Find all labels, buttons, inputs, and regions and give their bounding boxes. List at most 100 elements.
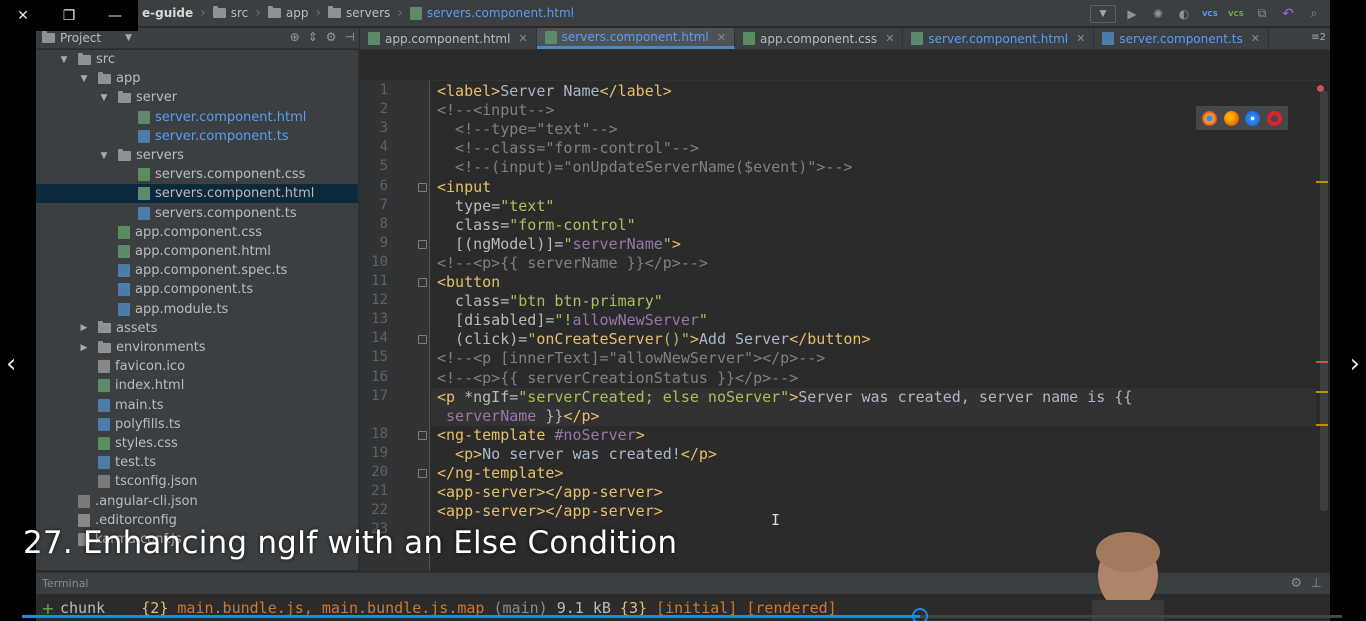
tree-item[interactable]: ▼ server: [36, 88, 358, 107]
code-line[interactable]: class="btn btn-primary": [431, 292, 663, 311]
run-icon[interactable]: ▶: [1122, 5, 1142, 23]
code-line[interactable]: <app-server></app-server>: [431, 483, 663, 502]
breadcrumb-item[interactable]: e-guide: [138, 6, 197, 20]
terminal-title[interactable]: Terminal: [42, 577, 89, 590]
revert-icon[interactable]: ↶: [1278, 5, 1298, 23]
close-icon[interactable]: ✕: [717, 31, 726, 44]
code-line[interactable]: <!--(input)="onUpdateServerName($event)"…: [431, 158, 852, 177]
code-line[interactable]: [(ngModel)]="serverName">: [431, 235, 681, 254]
opera-icon[interactable]: [1266, 110, 1282, 126]
code-line[interactable]: <!--<p>{{ serverCreationStatus }}</p>-->: [431, 369, 798, 388]
vcs-commit-icon[interactable]: VCS: [1226, 5, 1246, 23]
tree-item[interactable]: servers.component.html: [36, 184, 358, 204]
fold-marker-icon[interactable]: [418, 430, 427, 440]
code-line[interactable]: [disabled]="!allowNewServer": [431, 311, 708, 330]
code-line[interactable]: <ng-template #noServer>: [431, 426, 645, 445]
locate-icon[interactable]: ⊕: [290, 30, 300, 44]
code-line[interactable]: <p>No server was created!</p>: [431, 445, 717, 464]
code-line[interactable]: <button: [431, 273, 500, 292]
minimize-panel-icon[interactable]: ⊥: [1311, 576, 1322, 591]
tab-app-component-html[interactable]: app.component.html ✕: [360, 28, 537, 49]
tree-item[interactable]: styles.css: [36, 434, 358, 453]
code-line[interactable]: <!--class="form-control"-->: [431, 139, 699, 158]
debug-icon[interactable]: ✺: [1148, 5, 1168, 23]
search-icon[interactable]: ⌕: [1304, 5, 1324, 23]
tree-item[interactable]: tsconfig.json: [36, 472, 358, 491]
tree-item[interactable]: ▶ assets: [36, 319, 358, 338]
hide-panel-icon[interactable]: ⊣: [345, 30, 355, 44]
chevron-right-icon[interactable]: ▶: [78, 323, 90, 333]
tab-server-component-html[interactable]: server.component.html ✕: [903, 28, 1095, 49]
safari-icon[interactable]: [1245, 110, 1261, 126]
chevron-right-icon[interactable]: ▶: [78, 343, 90, 353]
code-line[interactable]: class="form-control": [431, 216, 636, 235]
close-icon[interactable]: ✕: [0, 0, 46, 31]
chevron-down-icon[interactable]: ▼: [78, 74, 90, 84]
code-line[interactable]: <!--<p [innerText]="allowNewServer"></p>…: [431, 349, 825, 368]
close-icon[interactable]: ✕: [1076, 32, 1085, 45]
tree-item[interactable]: servers.component.css: [36, 165, 358, 184]
run-config-dropdown[interactable]: ▼: [1090, 4, 1116, 23]
chevron-down-icon[interactable]: ▼: [125, 33, 132, 43]
tree-item[interactable]: .angular-cli.json: [36, 492, 358, 511]
tab-app-component-css[interactable]: app.component.css ✕: [735, 28, 904, 49]
tree-item[interactable]: main.ts: [36, 396, 358, 415]
code-line[interactable]: <!--<p>{{ serverName }}</p>-->: [431, 254, 708, 273]
vcs-update-icon[interactable]: VCS: [1200, 5, 1220, 23]
code-line[interactable]: (click)="onCreateServer()">Add Server</b…: [431, 330, 870, 349]
tree-item[interactable]: ▼ app: [36, 69, 358, 88]
code-line[interactable]: <!--type="text"-->: [431, 120, 618, 139]
tree-item[interactable]: polyfills.ts: [36, 415, 358, 434]
tree-item[interactable]: app.component.html: [36, 242, 358, 261]
fold-marker-icon[interactable]: [418, 335, 427, 345]
stop-icon[interactable]: ◐: [1174, 5, 1194, 23]
code-area[interactable]: <label>Server Name</label> <!--<input--> …: [431, 81, 1316, 571]
video-progress-knob[interactable]: [912, 608, 928, 621]
gear-icon[interactable]: ⚙: [1290, 576, 1302, 591]
code-editor[interactable]: 1 2 3 4 5 6 7 8 9 10 11 12 13 14 15 16 17 18 19 20 21 22 23 <l…: [360, 51, 1330, 571]
tab-split-indicator[interactable]: ≡2: [1311, 32, 1326, 43]
chevron-down-icon[interactable]: ▼: [98, 151, 110, 161]
tree-item[interactable]: test.ts: [36, 453, 358, 472]
restore-icon[interactable]: ❐: [46, 0, 92, 31]
tree-item[interactable]: app.component.ts: [36, 280, 358, 299]
fold-marker-icon[interactable]: [418, 469, 427, 478]
tree-item[interactable]: app.component.css: [36, 223, 358, 242]
editor-scrollbar[interactable]: [1316, 91, 1328, 511]
previous-arrow-icon[interactable]: ‹: [6, 349, 26, 379]
compare-icon[interactable]: ⧉: [1252, 5, 1272, 23]
project-panel-title[interactable]: Project: [42, 31, 101, 45]
code-line[interactable]: <p *ngIf="serverCreated; else noServer">…: [431, 387, 1316, 407]
chrome-icon[interactable]: [1202, 110, 1218, 126]
tree-item[interactable]: index.html: [36, 376, 358, 395]
tree-item[interactable]: servers.component.ts: [36, 204, 358, 223]
tree-item[interactable]: app.module.ts: [36, 300, 358, 319]
fold-marker-icon[interactable]: [418, 239, 427, 249]
code-line[interactable]: type="text": [431, 197, 554, 216]
tree-item[interactable]: app.component.spec.ts: [36, 261, 358, 280]
close-icon[interactable]: ✕: [885, 32, 894, 45]
gear-icon[interactable]: ⚙: [326, 30, 337, 44]
tree-item[interactable]: server.component.ts: [36, 127, 358, 146]
tab-servers-component-html[interactable]: servers.component.html ✕: [536, 28, 735, 49]
next-arrow-icon[interactable]: ›: [1340, 349, 1360, 379]
tree-item[interactable]: ▼ servers: [36, 146, 358, 165]
code-line[interactable]: <label>Server Name</label>: [431, 82, 672, 101]
breadcrumb-item[interactable]: app: [264, 6, 313, 20]
breadcrumb-item[interactable]: servers: [324, 6, 394, 20]
breadcrumb-item[interactable]: src: [209, 6, 253, 20]
code-line[interactable]: <app-server></app-server>: [431, 502, 663, 521]
code-line[interactable]: <!--<input-->: [431, 101, 554, 120]
chevron-down-icon[interactable]: ▼: [58, 55, 70, 65]
firefox-icon[interactable]: [1223, 110, 1239, 126]
collapse-all-icon[interactable]: ⇕: [308, 30, 318, 44]
breadcrumb-item[interactable]: servers.component.html: [406, 6, 578, 20]
minimize-icon[interactable]: —: [92, 0, 138, 31]
fold-marker-icon[interactable]: [418, 182, 427, 192]
video-progress-bar[interactable]: [22, 608, 1342, 621]
tree-item[interactable]: server.component.html: [36, 108, 358, 127]
fold-marker-icon[interactable]: [418, 278, 427, 287]
chevron-down-icon[interactable]: ▼: [98, 93, 110, 103]
close-icon[interactable]: ✕: [1251, 32, 1260, 45]
tree-item[interactable]: favicon.ico: [36, 357, 358, 376]
